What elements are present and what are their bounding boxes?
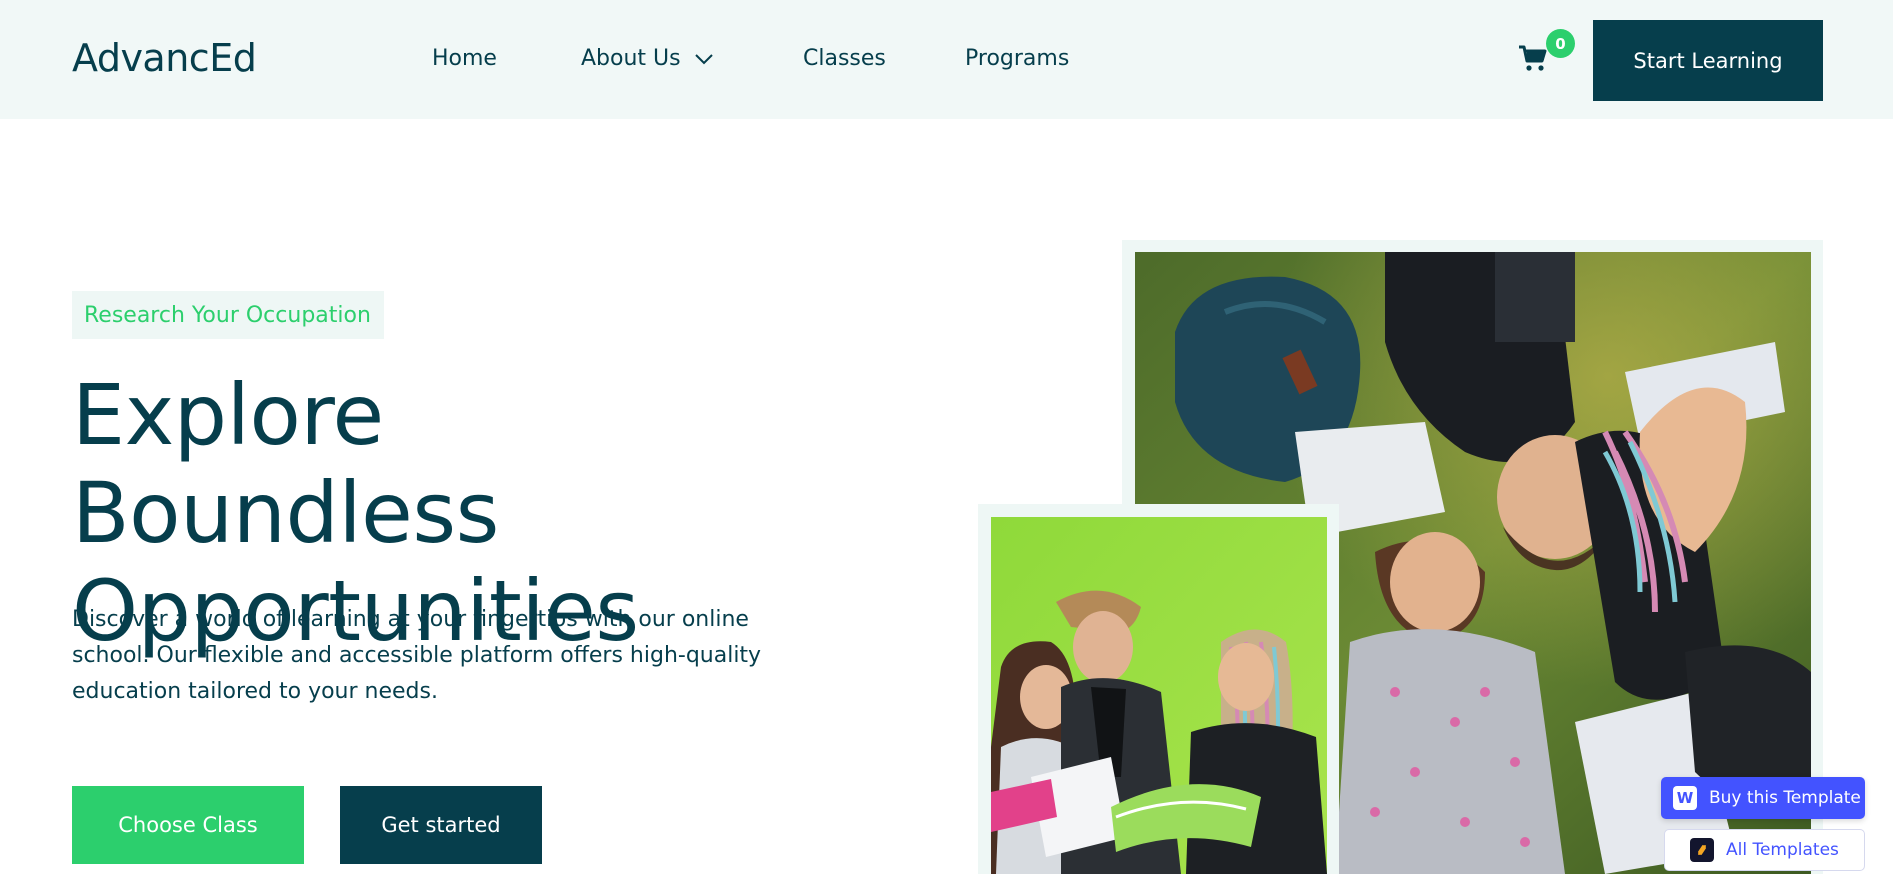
webflow-logo-icon: W — [1673, 786, 1697, 810]
site-logo[interactable]: AdvancEd — [72, 36, 257, 80]
nav-programs[interactable]: Programs — [965, 46, 1069, 71]
buy-template-label: Buy this Template — [1709, 788, 1861, 808]
hero-headline-line1: Explore Boundless — [72, 366, 499, 562]
hero-tag: Research Your Occupation — [72, 291, 384, 339]
nav-home[interactable]: Home — [432, 46, 497, 71]
chevron-down-icon — [694, 53, 713, 64]
shopping-cart-icon[interactable] — [1518, 44, 1548, 74]
students-reading-photo — [991, 517, 1327, 874]
nav-about-us[interactable]: About Us — [581, 46, 713, 71]
site-header: AdvancEd Home About Us Classes Programs … — [0, 0, 1893, 119]
templates-logo-icon — [1690, 838, 1714, 862]
all-templates-button[interactable]: All Templates — [1664, 829, 1865, 871]
hero-description: Discover a world of learning at your fin… — [72, 607, 762, 704]
nav-about-label: About Us — [581, 46, 681, 71]
nav-classes[interactable]: Classes — [803, 46, 886, 71]
buy-template-button[interactable]: W Buy this Template — [1661, 777, 1865, 819]
get-started-button[interactable]: Get started — [340, 786, 542, 864]
all-templates-label: All Templates — [1726, 840, 1839, 860]
start-learning-button[interactable]: Start Learning — [1593, 20, 1823, 101]
cart-count-badge: 0 — [1546, 29, 1575, 58]
choose-class-button[interactable]: Choose Class — [72, 786, 304, 864]
